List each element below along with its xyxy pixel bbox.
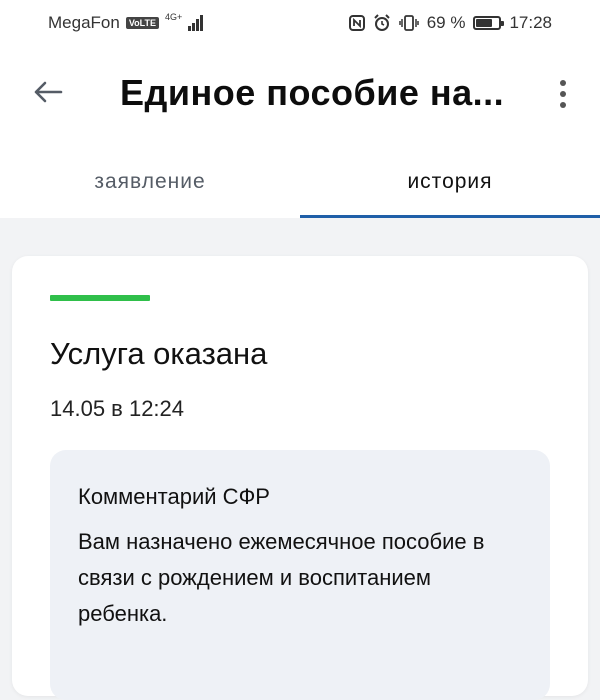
more-menu-button[interactable]	[548, 74, 578, 114]
comment-box: Комментарий СФР Вам назначено ежемесячно…	[50, 450, 550, 700]
battery-percent: 69 %	[426, 13, 466, 32]
more-vertical-icon-dot	[560, 91, 566, 97]
page-title: Единое пособие на...	[120, 72, 505, 113]
status-bar-left: MegaFon VoLTE 4G+	[48, 12, 204, 33]
app-bar: Единое пособие на...	[0, 46, 600, 146]
tab-bar: заявление история	[0, 146, 600, 218]
status-title: Услуга оказана	[50, 336, 268, 371]
comment-body: Вам назначено ежемесячное пособие в связ…	[78, 529, 485, 626]
battery-fill	[476, 19, 492, 27]
history-card: Услуга оказана 14.05 в 12:24 Комментарий…	[12, 256, 588, 700]
back-button[interactable]	[30, 74, 66, 110]
vibrate-icon	[398, 15, 419, 31]
status-indicator	[50, 295, 150, 301]
carrier-name: MegaFon	[48, 13, 120, 32]
more-vertical-icon	[560, 80, 566, 86]
tab-history[interactable]: история	[300, 146, 600, 218]
alarm-icon	[373, 14, 390, 31]
arrow-left-icon	[34, 81, 63, 103]
status-bar-right: 69 % 17:28	[348, 13, 552, 33]
clock: 17:28	[509, 13, 552, 32]
more-vertical-icon-dot	[560, 102, 566, 108]
volte-badge: VoLTE	[125, 17, 159, 29]
comment-heading: Комментарий СФР	[78, 484, 270, 509]
battery-icon	[473, 16, 505, 30]
tab-application[interactable]: заявление	[0, 146, 300, 218]
nfc-icon	[348, 15, 365, 31]
status-date: 14.05 в 12:24	[50, 396, 185, 421]
network-type: 4G+	[165, 12, 183, 22]
status-bar: MegaFon VoLTE 4G+ 69 % 17:28	[0, 0, 600, 46]
signal-icon	[188, 15, 204, 31]
